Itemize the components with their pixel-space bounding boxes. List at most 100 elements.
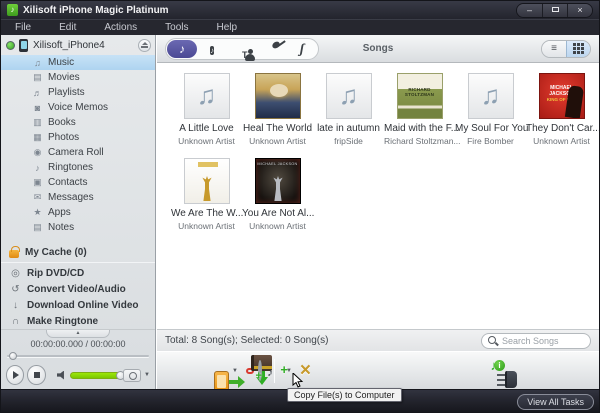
copy-to-computer-button[interactable] [246,368,254,374]
close-button[interactable]: × [567,4,592,17]
snapshot-dropdown-caret[interactable]: ▼ [144,372,150,378]
app-window: ♪ Xilisoft iPhone Magic Platinum – × Fil… [0,0,600,413]
song-tile-they-don-t-car[interactable]: MICHAEL JACKSONKING OF POP They Don't Ca… [526,73,597,146]
tooltip: Copy File(s) to Computer [287,388,402,402]
album-art: MICHAEL JACKSONKING OF POP [539,73,585,119]
sidebar-item-ringtones[interactable]: ♪Ringtones [1,160,155,175]
copy-to-itunes-button[interactable]: ♪+ [258,362,262,380]
contacts-icon: ▣ [31,177,44,188]
eject-button[interactable] [138,39,151,52]
sidebar-device-row[interactable]: Xilisoft_iPhone4 [1,35,155,55]
song-tile-my-soul-for-you[interactable]: My Soul For You Fire Bomber [455,73,526,146]
music-note-icon: ♪ [179,40,185,58]
list-view-button[interactable]: ≡ [542,41,566,57]
view-all-tasks-button[interactable]: View All Tasks [517,394,594,410]
tab-genres[interactable]: ʃ [287,40,317,58]
play-icon [13,371,19,379]
copy-to-device-button[interactable]: ▼ [229,368,238,374]
song-artist: Unknown Artist [171,136,242,146]
menu-edit[interactable]: Edit [45,22,90,33]
tab-songs[interactable]: ♪ [167,40,197,58]
sidebar-separator [1,262,155,263]
song-title: late in autumn [313,123,384,134]
sidebar-item-books[interactable]: ▥Books [1,115,155,130]
main-panel: ♪♪Tʃ Songs ≡ A Little Love Unknown Artis… [157,35,599,389]
sidebar-item-playlists[interactable]: ♬Playlists [1,85,155,100]
window-title: Xilisoft iPhone Magic Platinum [23,5,169,16]
minimize-button[interactable]: – [517,4,542,17]
song-tile-late-in-autumn[interactable]: late in autumn fripSide [313,73,384,146]
search-placeholder: Search Songs [502,336,559,346]
menu-bar: FileEditActionsToolsHelp [1,19,599,35]
device-name: Xilisoft_iPhone4 [33,40,105,51]
tab-artists[interactable]: T [227,40,257,58]
sidebar-item-photos[interactable]: ▦Photos [1,130,155,145]
song-artist: Unknown Artist [526,136,597,146]
status-bar: Total: 8 Song(s); Selected: 0 Song(s) Se… [157,329,599,351]
song-tile-a-little-love[interactable]: A Little Love Unknown Artist [171,73,242,146]
sidebar-item-movies[interactable]: ▤Movies [1,70,155,85]
album-art: RICHARD STOLTZMAN [397,73,443,119]
volume-slider[interactable] [70,372,123,379]
player-collapse-handle[interactable]: ▲ [1,329,155,338]
maximize-button[interactable] [542,4,567,17]
player-controls: ▼ [1,361,155,389]
song-tile-we-are-the-w[interactable]: We Are The W... Unknown Artist [171,158,242,231]
seek-slider[interactable] [7,351,149,361]
view-toggle: ≡ [541,40,591,58]
notes-icon: ▤ [31,222,44,233]
add-files-button[interactable]: +▼ [283,368,292,374]
song-artist: Unknown Artist [242,221,313,231]
song-artist: Unknown Artist [242,136,313,146]
sidebar-item-notes[interactable]: ▤Notes [1,220,155,235]
tab-instruments[interactable] [257,40,287,58]
apps-icon: ★ [31,207,44,218]
song-tile-maid-with-the-f[interactable]: RICHARD STOLTZMAN Maid with the F... Ric… [384,73,455,146]
category-tab-bar: ♪♪Tʃ Songs ≡ [157,35,599,63]
song-title: Heal The World [242,123,313,134]
dropdown-caret-icon[interactable]: ▼ [232,368,238,374]
seek-knob[interactable] [9,352,17,360]
music-icon: ♫ [31,58,44,68]
album-art-icon: ♪ [210,40,214,58]
iphone-icon [19,39,28,52]
menu-file[interactable]: File [1,22,45,33]
sidebar-item-music[interactable]: ♫Music [1,55,155,70]
rip-dvd-icon: ◎ [9,268,22,279]
grid-view-button[interactable] [566,41,590,57]
song-tile-you-are-not-al[interactable]: MICHAEL JACKSON You Are Not Al... Unknow… [242,158,313,231]
song-artist: fripSide [313,136,384,146]
search-icon [488,336,498,346]
snapshot-button[interactable] [123,369,141,382]
sidebar-item-my-cache[interactable]: My Cache (0) [1,244,155,260]
menu-tools[interactable]: Tools [151,22,202,33]
cache-label: My Cache (0) [25,247,87,258]
list-view-icon: ≡ [551,44,557,54]
song-title: You Are Not Al... [242,208,313,219]
menu-actions[interactable]: Actions [90,22,151,33]
treble-clef-icon: ʃ [300,40,305,58]
album-art: MICHAEL JACKSON [255,158,301,204]
grid-view-icon [573,43,584,54]
sidebar-item-messages[interactable]: ✉Messages [1,190,155,205]
stop-button[interactable] [27,365,45,385]
playback-time: 00:00:00.000 / 00:00:00 [1,338,155,351]
tab-music-videos[interactable]: ♪ [197,40,227,58]
sidebar-item-contacts[interactable]: ▣Contacts [1,175,155,190]
sidebar-item-voice-memos[interactable]: ◙Voice Memos [1,100,155,115]
search-input[interactable]: Search Songs [481,333,591,349]
sidebar-item-apps[interactable]: ★Apps [1,205,155,220]
movies-icon: ▤ [31,72,44,83]
copy-to-itunes-icon: ♪+ [258,362,262,380]
sidebar-tool-rip-dvd-cd[interactable]: ◎Rip DVD/CD [1,265,155,281]
sidebar-item-camera-roll[interactable]: ◉Camera Roll [1,145,155,160]
menu-help[interactable]: Help [203,22,252,33]
voice-memos-icon: ◙ [31,103,44,113]
sidebar-tool-make-ringtone[interactable]: ∩Make Ringtone [1,313,155,329]
song-title: My Soul For You [455,123,526,134]
song-tile-heal-the-world[interactable]: Heal The World Unknown Artist [242,73,313,146]
sidebar-tool-convert-video-audio[interactable]: ↺Convert Video/Audio [1,281,155,297]
play-button[interactable] [6,365,24,385]
album-art [255,73,301,119]
sidebar-tool-download-online-video[interactable]: ↓Download Online Video [1,297,155,313]
